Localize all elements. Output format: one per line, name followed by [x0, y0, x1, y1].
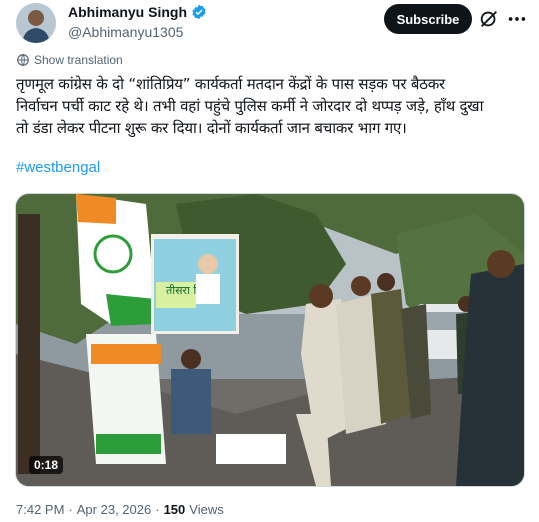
hashtag-link[interactable]: #westbengal — [16, 159, 100, 176]
tweet-text-line: निर्वाचन पर्ची काट रहे थे। तभी वहां पहुं… — [16, 97, 484, 115]
video-duration-badge: 0:18 — [29, 456, 64, 474]
author-name-row: Abhimanyu Singh — [68, 4, 207, 20]
tweet-date[interactable]: Apr 23, 2026 — [77, 502, 151, 517]
grok-icon[interactable] — [478, 8, 500, 30]
tweet-header: Abhimanyu Singh @Abhimanyu1305 Subscribe — [0, 0, 539, 48]
globe-icon — [17, 54, 29, 66]
subscribe-button[interactable]: Subscribe — [384, 4, 472, 34]
more-dots-icon[interactable] — [506, 8, 528, 30]
verified-badge-icon — [192, 4, 206, 20]
show-translation-link[interactable]: Show translation — [34, 53, 123, 67]
meta-separator: · — [155, 502, 160, 517]
avatar[interactable] — [16, 3, 56, 43]
author-display-name[interactable]: Abhimanyu Singh — [68, 4, 187, 20]
meta-separator: · — [68, 502, 73, 517]
show-translation[interactable]: Show translation — [16, 53, 123, 67]
video-player[interactable]: तीसरा दिन 0:18 — [15, 193, 525, 487]
views-label: Views — [189, 502, 224, 517]
tweet-text: तृणमूल कांग्रेस के दो “शांतिप्रिय” कार्य… — [16, 73, 516, 139]
video-thumbnail: तीसरा दिन — [16, 194, 524, 486]
views-count: 150 — [163, 502, 186, 517]
tweet-time[interactable]: 7:42 PM — [16, 502, 64, 517]
tweet-text-line: तृणमूल कांग्रेस के दो “शांतिप्रिय” कार्य… — [16, 75, 445, 93]
user-avatar-icon — [16, 3, 56, 43]
author-handle[interactable]: @Abhimanyu1305 — [68, 24, 183, 40]
tweet-text-line: तो डंडा लेकर पीटना शुरू कर दिया। दोनों क… — [16, 119, 407, 137]
tweet-meta: 7:42 PM · Apr 23, 2026 · 150 Views — [16, 502, 224, 517]
